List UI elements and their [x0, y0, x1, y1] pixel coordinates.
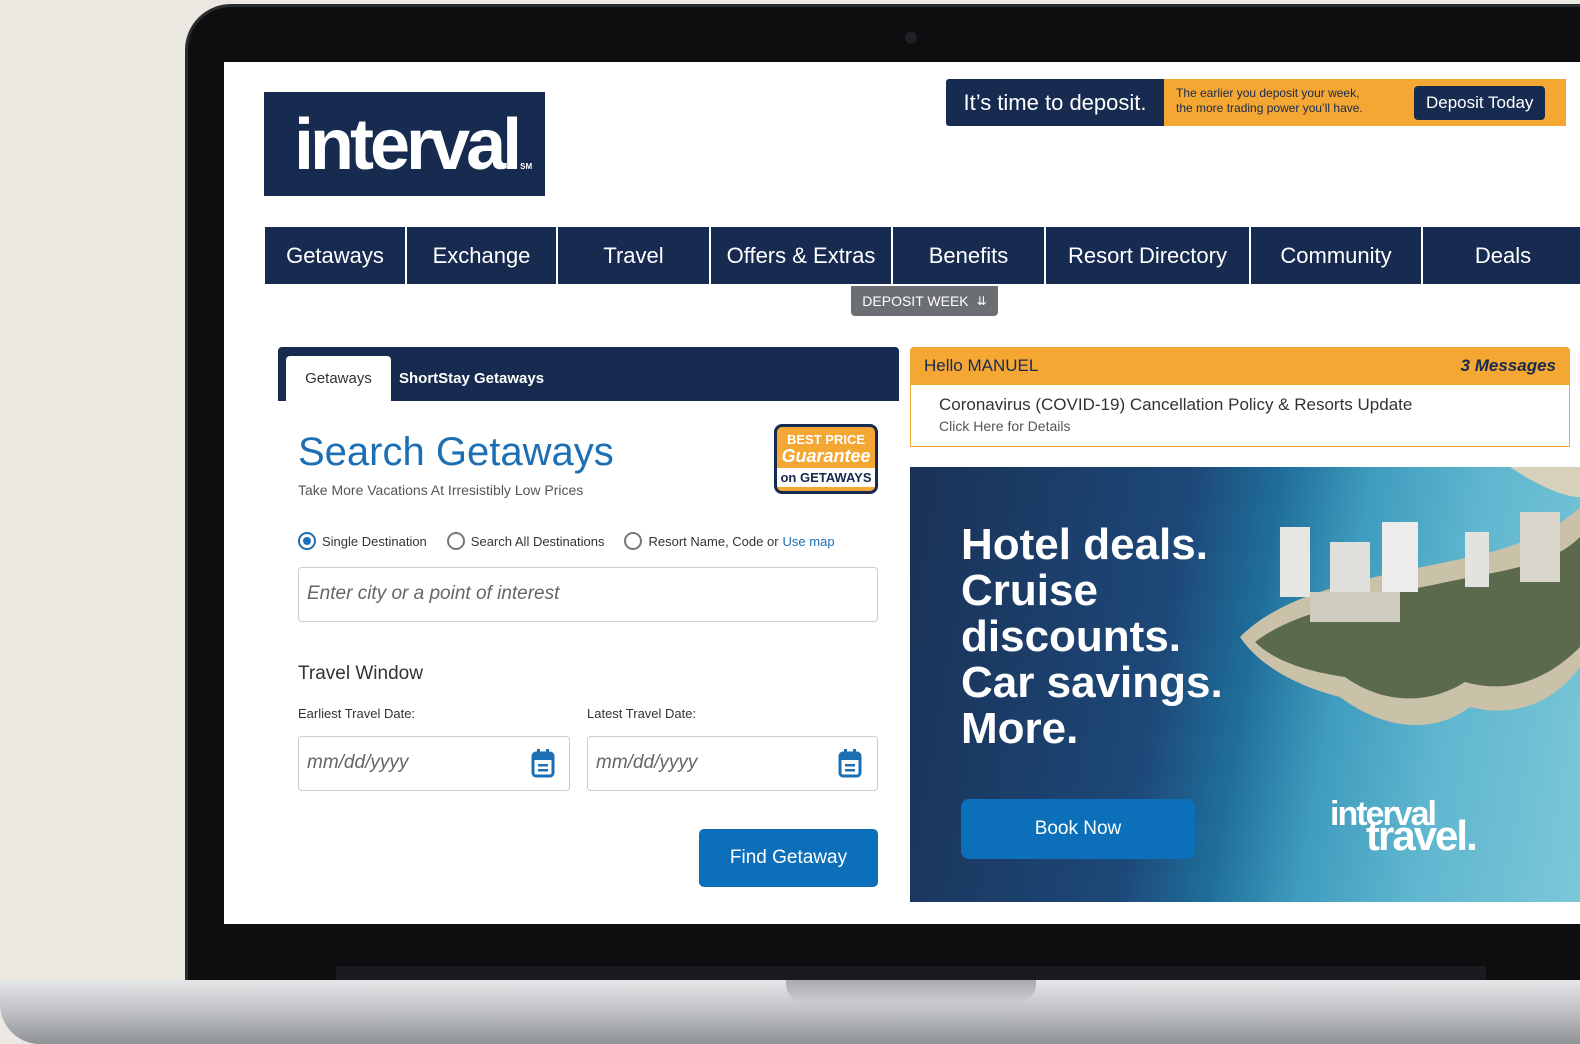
notice-details-link[interactable]: Click Here for Details — [939, 418, 1541, 434]
travel-promo-banner[interactable]: Hotel deals. Cruise discounts. Car savin… — [910, 467, 1580, 902]
deposit-subtitle-line: the more trading power you’ll have. — [1176, 101, 1363, 115]
travel-window-label: Travel Window — [298, 663, 423, 684]
search-tabs: Getaways ShortStay Getaways — [278, 347, 899, 401]
badge-line: Guarantee — [781, 446, 871, 466]
badge-line: BEST PRICE — [786, 432, 865, 447]
deposit-banner-subtitle: The earlier you deposit your week, the m… — [1164, 79, 1414, 126]
radio-label: Resort Name, Code or — [648, 533, 779, 549]
promo-line: Hotel deals. — [961, 520, 1208, 569]
city-search-input[interactable]: Enter city or a point of interest — [298, 567, 878, 622]
calendar-icon[interactable] — [838, 748, 862, 778]
website-screen: interval SM It’s time to deposit. The ear… — [224, 62, 1580, 924]
badge-line: on GETAWAYS — [777, 468, 875, 487]
laptop-notch — [786, 980, 1036, 1002]
deposit-subtitle-line: The earlier you deposit your week, — [1176, 86, 1360, 100]
radio-label: Search All Destinations — [470, 533, 605, 549]
nav-item-deals[interactable]: Deals — [1423, 227, 1580, 284]
camera-icon — [905, 32, 917, 44]
messages-link[interactable]: 3 Messages — [1461, 356, 1556, 376]
book-now-button[interactable]: Book Now — [961, 799, 1195, 859]
find-getaway-button[interactable]: Find Getaway — [699, 829, 878, 887]
tab-getaways[interactable]: Getaways — [286, 356, 391, 401]
latest-date-label: Latest Travel Date: — [587, 706, 697, 721]
deposit-banner: It’s time to deposit. The earlier you de… — [946, 79, 1566, 126]
promo-line: discounts. — [961, 612, 1182, 661]
radio-all-destinations[interactable] — [446, 532, 465, 550]
greeting-text: Hello MANUEL — [924, 356, 1039, 375]
promo-line: Cruise — [961, 566, 1098, 615]
deposit-banner-title: It’s time to deposit. — [946, 79, 1164, 126]
promo-headline: Hotel deals. Cruise discounts. Car savin… — [961, 522, 1261, 752]
nav-item-getaways[interactable]: Getaways — [265, 227, 405, 284]
promo-line: More. — [961, 704, 1079, 753]
deposit-today-wrap: Deposit Today — [1414, 79, 1566, 126]
covid-notice[interactable]: Coronavirus (COVID-19) Cancellation Poli… — [910, 385, 1570, 447]
deposit-week-label: DEPOSIT WEEK — [862, 293, 969, 309]
deposit-week-toggle[interactable]: DEPOSIT WEEK ⇊ — [851, 286, 998, 316]
earliest-date-input[interactable]: mm/dd/yyyy — [298, 736, 570, 791]
search-title: Search Getaways — [298, 430, 614, 474]
laptop-hinge — [336, 966, 1486, 980]
calendar-icon[interactable] — [531, 748, 555, 778]
nav-item-travel[interactable]: Travel — [558, 227, 709, 284]
radio-single-destination[interactable] — [298, 532, 316, 550]
nav-item-resort-directory[interactable]: Resort Directory — [1046, 227, 1249, 284]
best-price-guarantee-badge[interactable]: BEST PRICE Guarantee on GETAWAYS — [774, 424, 878, 494]
latest-date-input[interactable]: mm/dd/yyyy — [587, 736, 878, 791]
double-chevron-down-icon: ⇊ — [976, 294, 987, 308]
nav-item-exchange[interactable]: Exchange — [407, 227, 556, 284]
interval-logo[interactable]: interval SM — [264, 92, 545, 196]
deposit-today-button[interactable]: Deposit Today — [1414, 86, 1546, 120]
nav-item-community[interactable]: Community — [1251, 227, 1421, 284]
earliest-date-label: Earliest Travel Date: — [298, 706, 416, 721]
interval-travel-logo: interval travel. — [1330, 795, 1478, 860]
greeting-bar: Hello MANUEL 3 Messages — [910, 347, 1570, 385]
destination-radio-group: Single Destination Search All Destinatio… — [298, 532, 835, 550]
radio-resort-name[interactable] — [624, 532, 643, 550]
tab-shortstay-getaways[interactable]: ShortStay Getaways — [399, 356, 544, 401]
nav-item-offers-extras[interactable]: Offers & Extras — [711, 227, 891, 284]
brand-bottom: travel. — [1366, 812, 1478, 859]
nav-item-benefits[interactable]: Benefits — [893, 227, 1044, 284]
main-nav: Getaways Exchange Travel Offers & Extras… — [265, 227, 1580, 284]
logo-text: interval — [294, 105, 522, 185]
use-map-link[interactable]: Use map — [783, 534, 835, 549]
radio-label: Single Destination — [322, 533, 427, 549]
promo-line: Car savings. — [961, 658, 1223, 707]
search-subtitle: Take More Vacations At Irresistibly Low … — [298, 482, 584, 498]
logo-mark: SM — [520, 162, 533, 171]
notice-title: Coronavirus (COVID-19) Cancellation Poli… — [939, 395, 1413, 414]
